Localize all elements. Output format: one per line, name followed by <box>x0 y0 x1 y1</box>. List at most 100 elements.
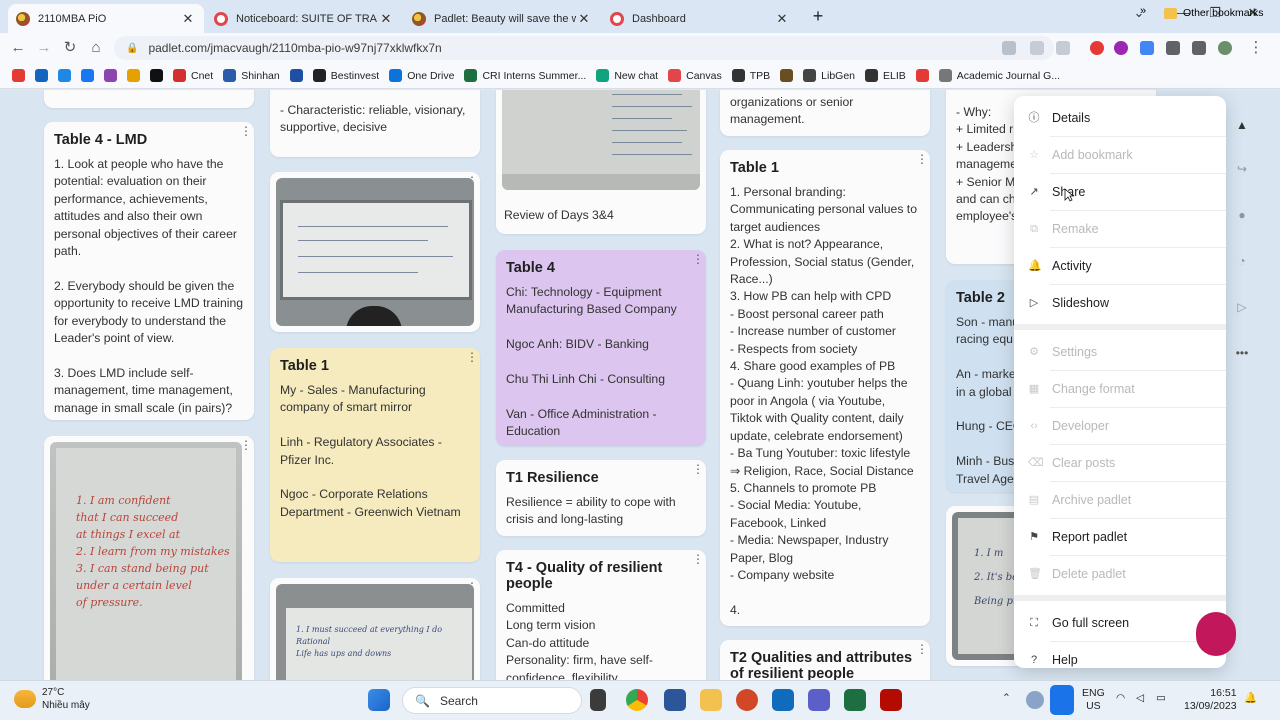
side-panel-icon[interactable] <box>1192 41 1206 55</box>
microphone-icon[interactable] <box>1050 685 1074 715</box>
bookmark-star-icon[interactable] <box>1056 41 1070 55</box>
post-card-photo[interactable]: ⋮ <box>270 172 480 332</box>
teams-icon[interactable] <box>808 689 830 711</box>
install-app-icon[interactable] <box>1002 41 1016 55</box>
menu-item-change-format[interactable]: ▦ Change format <box>1014 371 1226 407</box>
post-menu-kebab-icon[interactable]: ⋮ <box>240 125 252 137</box>
menu-item-add-bookmark[interactable]: ☆ Add bookmark <box>1014 137 1226 173</box>
other-bookmarks-folder[interactable]: Other bookmarks <box>1164 0 1264 26</box>
post-menu-kebab-icon[interactable]: ⋮ <box>466 351 478 363</box>
menu-item-clear-posts[interactable]: ⌫ Clear posts <box>1014 445 1226 481</box>
bookmark-item[interactable]: CRI Interns Summer... <box>464 69 586 82</box>
new-tab-plus-icon[interactable]: + <box>808 6 828 26</box>
outlook-icon[interactable] <box>772 689 794 711</box>
tab-padlet-beauty[interactable]: Padlet: Beauty will save the work ✕ <box>404 4 600 33</box>
tab-2110mba-pio[interactable]: 2110MBA PiO ✕ <box>8 4 204 33</box>
settings-side-icon[interactable]: ● <box>1235 208 1249 222</box>
post-card-t1-resilience[interactable]: ⋮ T1 Resilience Resilience = ability to … <box>496 460 706 536</box>
extensions-puzzle-icon[interactable] <box>1166 41 1180 55</box>
browser-menu-kebab-icon[interactable]: ⋮ <box>1246 38 1266 58</box>
post-card[interactable] <box>44 90 254 108</box>
back-icon[interactable]: ← <box>8 38 28 58</box>
address-bar[interactable]: 🔒 padlet.com/jmacvaugh/2110mba-pio-w97nj… <box>114 36 1054 60</box>
excel-icon[interactable] <box>844 689 866 711</box>
menu-item-developer[interactable]: ‹› Developer <box>1014 408 1226 444</box>
close-icon[interactable]: ✕ <box>378 11 394 27</box>
reload-icon[interactable]: ↻ <box>60 38 80 58</box>
tab-dashboard[interactable]: Dashboard ✕ <box>602 4 798 33</box>
menu-item-slideshow[interactable]: ▷ Slideshow <box>1014 285 1226 321</box>
menu-item-help[interactable]: ? Help <box>1014 642 1226 678</box>
menu-item-details[interactable]: ⓘ Details <box>1014 100 1226 136</box>
bookmark-item[interactable] <box>289 69 303 82</box>
menu-item-go-full-screen[interactable]: ⛶ Go full screen <box>1014 605 1226 641</box>
onedrive-tray-icon[interactable] <box>1026 691 1044 709</box>
share-page-icon[interactable] <box>1030 41 1044 55</box>
menu-item-share[interactable]: ↗Share <box>1014 174 1226 210</box>
close-icon[interactable]: ✕ <box>180 11 196 27</box>
bookmark-item[interactable] <box>104 69 117 82</box>
bookmark-item[interactable]: Academic Journal G... <box>938 69 1060 82</box>
post-card-table1-col2[interactable]: ⋮ Table 1 My - Sales - Manufacturing com… <box>270 348 480 562</box>
adblock-icon[interactable] <box>1090 41 1104 55</box>
file-explorer-icon[interactable] <box>700 689 722 711</box>
taskbar-search[interactable]: 🔍 Search <box>402 687 582 714</box>
more-dots-icon[interactable]: ••• <box>1235 346 1249 360</box>
windows-start-icon[interactable] <box>368 689 390 711</box>
bookmarks-overflow-chevron-icon[interactable]: » <box>1140 5 1146 17</box>
extension-doc-icon[interactable] <box>1140 41 1154 55</box>
post-card-review[interactable]: Review of Days 3&4 <box>496 90 706 234</box>
task-view-icon[interactable] <box>590 689 606 711</box>
bookmark-item[interactable] <box>81 69 94 82</box>
bookmark-item[interactable] <box>35 69 48 82</box>
bookmark-item[interactable] <box>150 69 163 82</box>
post-card-t2-qualities[interactable]: ⋮ T2 Qualities and attributes of resilie… <box>720 640 930 680</box>
bell-side-icon[interactable]: ◔ <box>1235 254 1249 268</box>
bookmark-item[interactable]: Canvas <box>668 69 722 82</box>
post-menu-kebab-icon[interactable]: ⋮ <box>916 153 928 165</box>
add-post-button[interactable] <box>1196 612 1236 656</box>
bookmark-item[interactable]: New chat <box>596 69 658 82</box>
speaker-icon[interactable]: ◁ <box>1136 692 1144 705</box>
extension-circle-icon[interactable] <box>1114 41 1128 55</box>
share-side-icon[interactable]: ↪ <box>1235 162 1249 176</box>
post-menu-kebab-icon[interactable]: ⋮ <box>692 253 704 265</box>
post-card-table4[interactable]: ⋮ Table 4 Chi: Technology - Equipment Ma… <box>496 250 706 446</box>
clock[interactable]: 16:51 13/09/2023 <box>1184 687 1237 713</box>
close-icon[interactable]: ✕ <box>774 11 790 27</box>
bookmark-item[interactable] <box>12 69 25 82</box>
bookmark-item[interactable] <box>780 69 794 82</box>
post-card-photo[interactable]: ⋮ 1. I must succeed at everything I doRa… <box>270 578 480 680</box>
menu-item-report-padlet[interactable]: ⚑ Report padlet <box>1014 519 1226 555</box>
post-card-photo[interactable]: ⋮ 1. I am confident that I can succeed at … <box>44 436 254 680</box>
tab-search-chevron-icon[interactable]: ⌄ <box>1124 5 1154 21</box>
powerpoint-icon[interactable] <box>736 689 758 711</box>
menu-item-settings[interactable]: ⚙ Settings <box>1014 334 1226 370</box>
word-icon[interactable] <box>664 689 686 711</box>
bookmark-item[interactable] <box>127 69 140 82</box>
close-icon[interactable]: ✕ <box>576 11 592 27</box>
post-card-table4-lmd[interactable]: ⋮ Table 4 - LMD 1. Look at people who ha… <box>44 122 254 420</box>
acrobat-icon[interactable] <box>880 689 902 711</box>
chrome-icon[interactable] <box>626 689 648 711</box>
menu-item-delete-padlet[interactable]: 🗑 Delete padlet <box>1014 556 1226 592</box>
battery-icon[interactable]: ▭ <box>1156 692 1166 705</box>
menu-item-archive-padlet[interactable]: ▤ Archive padlet <box>1014 482 1226 518</box>
forward-icon[interactable]: → <box>34 38 54 58</box>
menu-item-remake[interactable]: ⧉ Remake <box>1014 211 1226 247</box>
bookmark-item[interactable]: One Drive <box>389 69 454 82</box>
bookmark-item[interactable]: TPB <box>731 69 770 82</box>
bookmark-item[interactable]: LibGen <box>803 69 855 82</box>
play-side-icon[interactable]: ▷ <box>1235 300 1249 314</box>
post-card-t4-quality[interactable]: ⋮ T4 - Quality of resilient people Commi… <box>496 550 706 680</box>
bookmark-item[interactable]: Cnet <box>173 69 213 82</box>
wifi-icon[interactable]: ◠ <box>1116 692 1125 705</box>
padlet-avatar-icon[interactable]: ▲ <box>1235 118 1249 132</box>
bookmark-item[interactable] <box>915 69 929 82</box>
tab-noticeboard[interactable]: Noticeboard: SUITE OF TRAINING ✕ <box>206 4 402 33</box>
post-card-table1-col4[interactable]: ⋮ Table 1 1. Personal branding: Communic… <box>720 150 930 626</box>
menu-item-activity[interactable]: 🔔 Activity <box>1014 248 1226 284</box>
post-menu-kebab-icon[interactable]: ⋮ <box>692 463 704 475</box>
bookmark-item[interactable]: Bestinvest <box>312 69 379 82</box>
profile-avatar[interactable] <box>1218 41 1232 55</box>
